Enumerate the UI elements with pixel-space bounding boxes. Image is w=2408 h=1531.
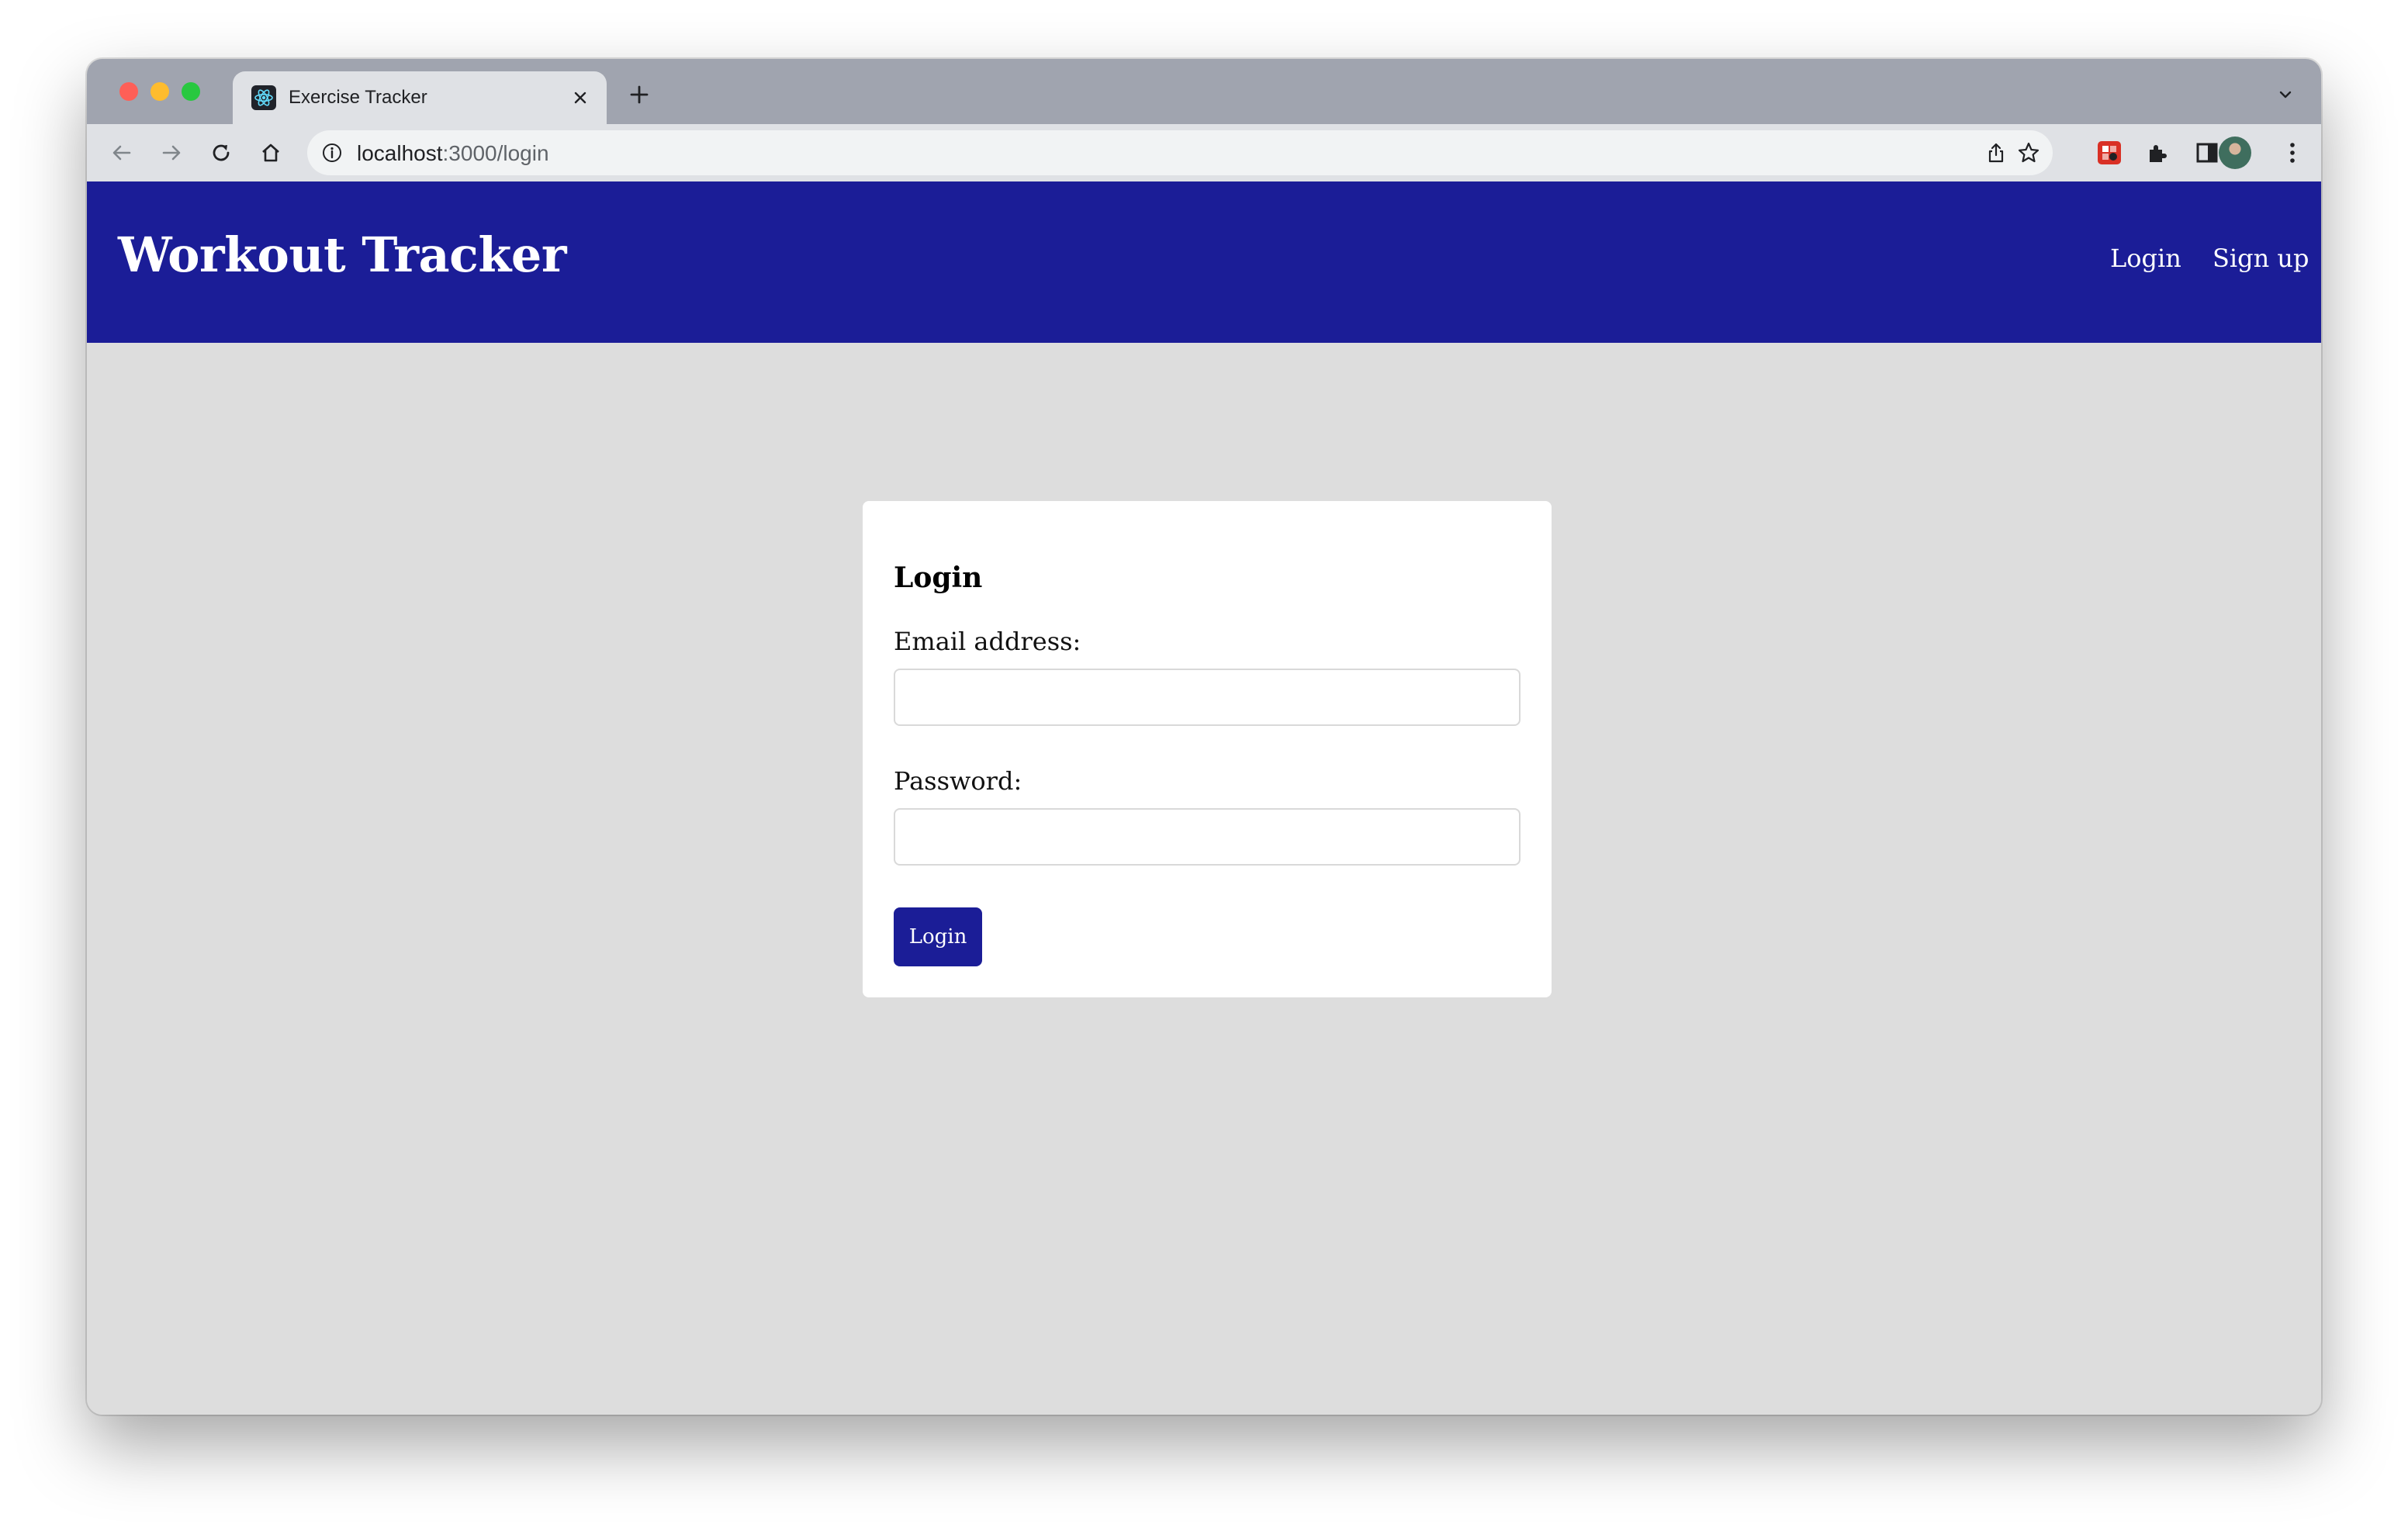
new-tab-icon[interactable] — [622, 78, 656, 112]
password-label: Password: — [894, 766, 1022, 796]
profile-avatar[interactable] — [2219, 137, 2251, 169]
home-icon[interactable] — [251, 133, 290, 172]
more-menu-icon[interactable] — [2275, 135, 2310, 171]
address-bar[interactable]: localhost:3000/login — [307, 130, 2053, 175]
back-arrow-icon[interactable] — [102, 133, 141, 172]
nav-signup-link[interactable]: Sign up — [2213, 244, 2309, 273]
extension-red-icon[interactable] — [2091, 135, 2127, 171]
extensions-puzzle-icon[interactable] — [2140, 135, 2175, 171]
close-window-button[interactable] — [119, 82, 138, 101]
close-tab-icon[interactable] — [565, 82, 596, 113]
url-text[interactable]: localhost:3000/login — [357, 141, 549, 166]
url-host: localhost — [357, 141, 443, 165]
browser-tab[interactable]: Exercise Tracker — [233, 71, 607, 124]
minimize-window-button[interactable] — [150, 82, 169, 101]
tab-title: Exercise Tracker — [289, 87, 427, 108]
chevron-down-icon[interactable] — [2268, 78, 2302, 112]
url-path: :3000/login — [442, 141, 549, 165]
nav-login-link[interactable]: Login — [2110, 244, 2181, 273]
tab-strip: Exercise Tracker — [87, 59, 2321, 124]
email-label: Email address: — [894, 627, 1081, 656]
maximize-window-button[interactable] — [182, 82, 200, 101]
site-info-icon[interactable] — [321, 142, 343, 164]
login-submit-button[interactable]: Login — [894, 907, 982, 966]
browser-window: Exercise Tracker localhost:3000/login Wo… — [87, 59, 2321, 1415]
react-logo-icon — [251, 85, 276, 110]
login-form-card: Login Email address: Password: Login — [863, 501, 1552, 997]
page-viewport: Workout Tracker Login Sign up Login Emai… — [87, 181, 2321, 1415]
app-brand[interactable]: Workout Tracker — [118, 226, 567, 283]
reload-icon[interactable] — [202, 133, 240, 172]
forward-arrow-icon[interactable] — [152, 133, 191, 172]
app-navbar: Workout Tracker Login Sign up — [87, 181, 2321, 343]
login-form-title: Login — [894, 562, 983, 594]
email-field[interactable] — [894, 669, 1521, 726]
browser-toolbar: localhost:3000/login — [87, 124, 2321, 181]
bookmark-star-icon[interactable] — [2014, 138, 2043, 168]
share-icon[interactable] — [1981, 138, 2011, 168]
password-field[interactable] — [894, 808, 1521, 866]
